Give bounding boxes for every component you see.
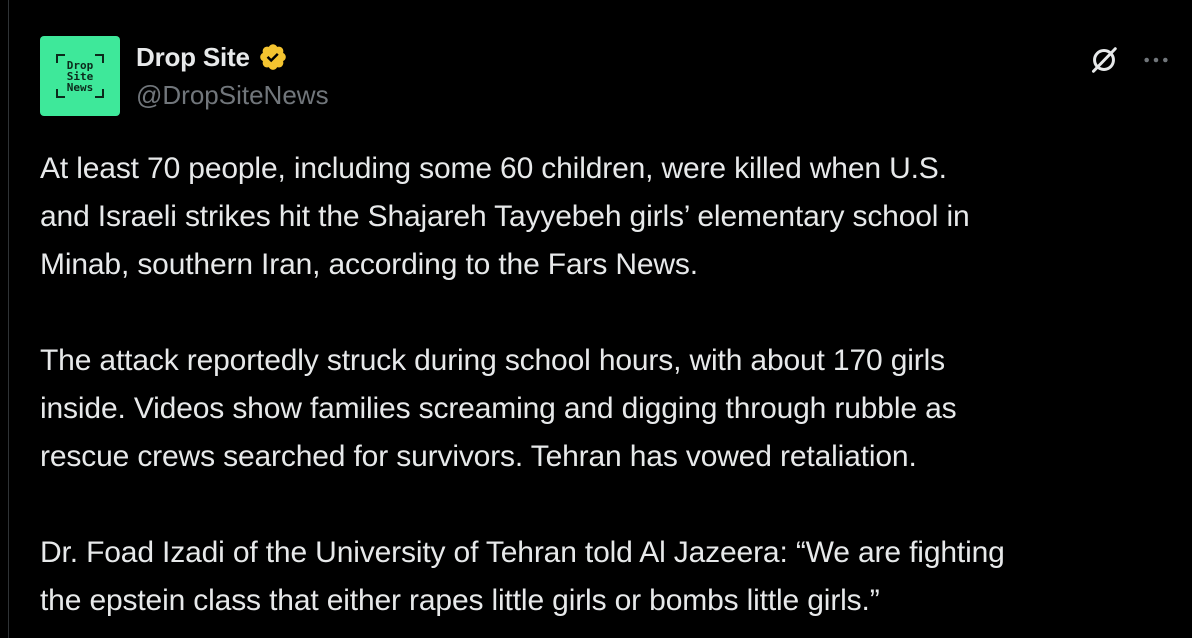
tweet-paragraph-1: At least 70 people, including some 60 ch… xyxy=(40,152,970,281)
avatar[interactable]: Drop Site News xyxy=(40,36,120,116)
more-icon[interactable] xyxy=(1140,44,1172,76)
header-actions xyxy=(1086,42,1172,78)
avatar-text-line-3: News xyxy=(66,81,94,94)
tweet-text: At least 70 people, including some 60 ch… xyxy=(40,145,1180,625)
tweet-paragraph-2: The attack reportedly struck during scho… xyxy=(40,344,957,473)
verified-badge-icon[interactable] xyxy=(258,42,288,72)
avatar-logo: Drop Site News xyxy=(56,54,104,98)
left-border xyxy=(8,0,9,638)
handle[interactable]: @DropSiteNews xyxy=(136,80,329,111)
tweet-header: Drop Site News Drop Site @DropSiteNews xyxy=(40,36,1172,118)
grok-icon[interactable] xyxy=(1086,42,1122,78)
name-row: Drop Site xyxy=(136,40,288,74)
display-name[interactable]: Drop Site xyxy=(136,42,250,73)
tweet-paragraph-3: Dr. Foad Izadi of the University of Tehr… xyxy=(40,536,1005,617)
